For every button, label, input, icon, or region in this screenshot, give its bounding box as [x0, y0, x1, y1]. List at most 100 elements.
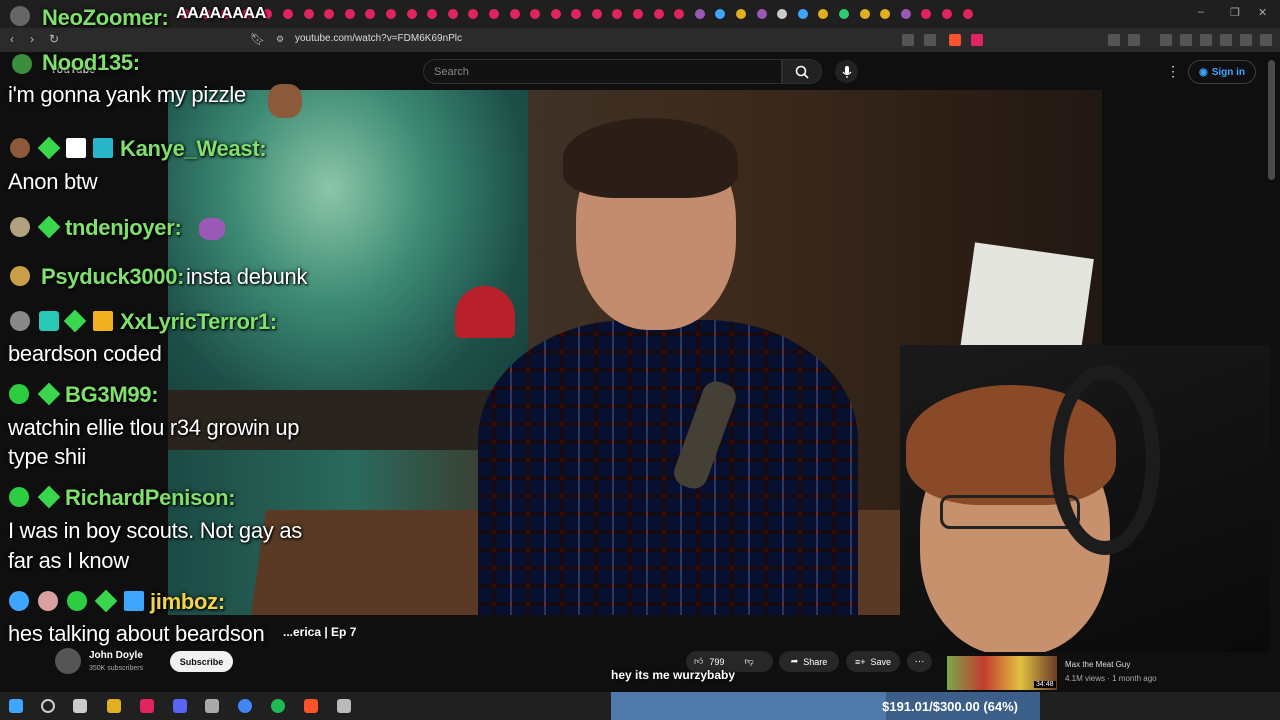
browser-tab-favicon[interactable] [468, 9, 479, 19]
browser-tab-favicon[interactable] [653, 9, 664, 19]
file-explorer-icon[interactable] [107, 699, 121, 713]
browser-tab-favicon[interactable] [241, 9, 252, 19]
browser-tab-favicon[interactable] [880, 9, 891, 19]
browser-tab-favicon[interactable] [530, 9, 541, 19]
sub-badge-icon [37, 485, 61, 509]
browser-tab-favicon[interactable] [488, 9, 499, 19]
rewards-icon[interactable] [971, 34, 983, 46]
browser-tab-favicon[interactable] [282, 9, 293, 19]
user-avatar-badge [10, 311, 30, 331]
browser-tab-favicon[interactable] [365, 9, 376, 19]
browser-tab-favicon[interactable] [591, 9, 602, 19]
search-input[interactable]: Search [423, 59, 782, 84]
browser-tab-favicon[interactable] [818, 9, 829, 19]
browser-tab-favicon[interactable] [509, 9, 520, 19]
browser-tab-favicon[interactable] [550, 9, 561, 19]
video-background-painting [168, 90, 528, 420]
settings-menu-icon[interactable]: ⋮ [1166, 63, 1180, 80]
stream-caption: hey its me wurzybaby [611, 668, 736, 682]
youtube-logo[interactable]: YouTube [50, 64, 95, 76]
share-button[interactable]: ➦ Share [779, 651, 839, 672]
browser-tab-favicon[interactable] [633, 9, 644, 19]
task-view-icon[interactable] [73, 699, 87, 713]
screen: – ❐ ✕ ‹ › ↻ 🔖︎ ⚙ youtube.com/watch?v=FDM… [0, 0, 1280, 720]
forward-icon[interactable]: › [30, 32, 34, 46]
menu-icon[interactable] [1260, 34, 1272, 46]
browser-tab-favicon[interactable] [571, 9, 582, 19]
cast-icon[interactable] [902, 34, 914, 46]
bookmark-icon[interactable]: 🔖︎ [250, 32, 265, 46]
wallet-icon[interactable] [1200, 34, 1212, 46]
recommended-channel[interactable]: Max the Meat Guy [1065, 660, 1130, 669]
browser-tab-favicon[interactable] [777, 9, 788, 19]
sidebar-icon[interactable] [1128, 34, 1140, 46]
minimize-icon[interactable]: – [1198, 6, 1204, 18]
page-scrollbar[interactable] [1268, 60, 1275, 180]
browser-tab-favicon[interactable] [674, 9, 685, 19]
back-icon[interactable]: ‹ [10, 32, 14, 46]
leo-icon[interactable] [1220, 34, 1232, 46]
browser-tab-favicon[interactable] [941, 9, 952, 19]
maximize-icon[interactable]: ❐ [1230, 6, 1240, 19]
browser-tab-favicon[interactable] [344, 9, 355, 19]
browser-tab-favicon[interactable] [962, 9, 973, 19]
media-icon[interactable] [1160, 34, 1172, 46]
vpn-icon[interactable] [1240, 34, 1252, 46]
subscribe-button[interactable]: Subscribe [170, 651, 233, 672]
brave-shields-icon[interactable] [949, 34, 961, 46]
brave-icon[interactable] [304, 699, 318, 713]
browser-tab-favicon[interactable] [797, 9, 808, 19]
close-window-icon[interactable]: ✕ [1258, 6, 1267, 19]
browser-tab-favicon[interactable] [303, 9, 314, 19]
extensions-icon[interactable] [1108, 34, 1120, 46]
spotify-icon[interactable] [271, 699, 285, 713]
browser-tab-favicon[interactable] [262, 9, 273, 19]
browser-tab-favicon[interactable] [694, 9, 705, 19]
browser-toolbar: ‹ › ↻ 🔖︎ ⚙ youtube.com/watch?v=FDM6K69nP… [0, 28, 1280, 52]
app-icon[interactable] [337, 699, 351, 713]
site-info-icon[interactable]: ⚙ [276, 34, 284, 45]
host-hair [563, 118, 738, 198]
more-actions-button[interactable]: ··· [907, 651, 932, 672]
reload-icon[interactable]: ↻ [49, 32, 59, 46]
browser-tab-favicon[interactable] [447, 9, 458, 19]
browser-tab-favicon[interactable] [324, 9, 335, 19]
browser-tab-favicon[interactable] [612, 9, 623, 19]
browser-tab-favicon[interactable] [921, 9, 932, 19]
browser-tab-favicon[interactable] [900, 9, 911, 19]
browser-tab-favicon[interactable] [406, 9, 417, 19]
browser-tab-favicon[interactable] [715, 9, 726, 19]
browser-tab-favicon[interactable] [427, 9, 438, 19]
url-field[interactable]: youtube.com/watch?v=FDM6K69nPlc [295, 33, 462, 44]
discord-icon[interactable] [173, 699, 187, 713]
app-icon[interactable] [205, 699, 219, 713]
browser-tab-favicon[interactable] [180, 9, 190, 19]
browser-tab-favicon[interactable] [385, 9, 396, 19]
reading-list-icon[interactable] [1180, 34, 1192, 46]
browser-tab-favicon[interactable] [859, 9, 870, 19]
thumbs-up-icon[interactable]: 👍︎ [694, 656, 703, 667]
channel-avatar[interactable] [55, 648, 81, 674]
chat-message: beardson coded [8, 341, 162, 366]
channel-name[interactable]: John Doyle [89, 650, 143, 661]
browser-tab-favicon[interactable] [756, 9, 767, 19]
share-page-icon[interactable] [924, 34, 936, 46]
verified-badge-icon [9, 591, 29, 611]
like-count: 799 [709, 656, 725, 667]
thumbs-down-icon[interactable]: 👎︎ [744, 656, 753, 667]
browser-tab-favicon[interactable] [221, 9, 232, 19]
voice-search-button[interactable] [835, 60, 858, 83]
obs-icon[interactable] [140, 699, 154, 713]
search-button[interactable] [782, 59, 822, 84]
streamer-webcam [900, 345, 1270, 652]
search-taskbar-icon[interactable] [41, 699, 55, 713]
browser-tab-favicon[interactable] [839, 9, 849, 19]
save-button[interactable]: ≡+ Save [846, 651, 900, 672]
start-icon[interactable] [9, 699, 23, 713]
sign-in-button[interactable]: ◉ Sign in [1188, 60, 1256, 84]
browser-tab-favicon[interactable] [736, 9, 747, 19]
user-avatar-badge [10, 138, 30, 158]
chrome-icon[interactable] [238, 699, 252, 713]
browser-tab-favicon[interactable] [200, 9, 211, 19]
browser-tab-strip[interactable] [0, 0, 1280, 28]
